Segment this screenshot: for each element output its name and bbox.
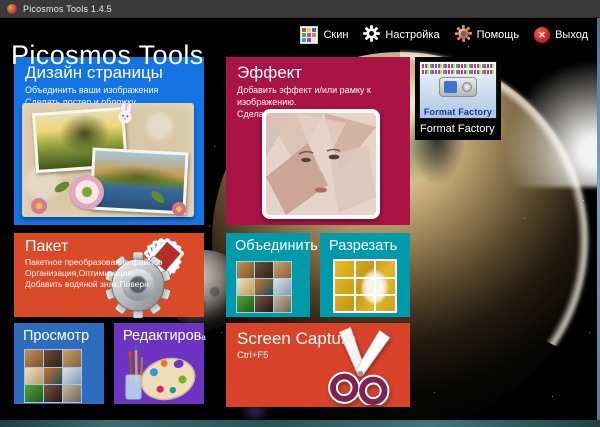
tile-combine-title: Объединить: [235, 238, 318, 254]
header-buttons: Скин Настройка Помощь ✕ Выход: [300, 25, 588, 45]
window-border: [0, 420, 600, 427]
colored-gear-icon: [454, 25, 472, 45]
page-title: Picosmos Tools: [11, 40, 204, 71]
sliced-photo-preview: [333, 259, 397, 313]
bunny-decoration: [114, 102, 136, 131]
tile-split[interactable]: Разрезать: [320, 233, 410, 317]
format-factory-thumbnail: Format Factory: [419, 61, 497, 119]
photo-grid-preview: [24, 349, 82, 403]
tile-edit-title: Редактирова: [123, 328, 206, 344]
flower-decoration: [70, 175, 104, 209]
color-grid-icon: [300, 26, 319, 44]
tile-edit[interactable]: Редактирова: [114, 323, 206, 404]
help-button[interactable]: Помощь: [454, 25, 520, 45]
face-effect-preview-image: [262, 109, 380, 219]
paint-palette-icon: [120, 345, 200, 403]
tile-batch-sub1: Пакетное преобразование файлов: [25, 257, 163, 267]
tile-batch[interactable]: Пакет Пакетное преобразование файлов Орг…: [14, 233, 204, 319]
photo-grid-preview: [236, 261, 292, 313]
window-title: Picosmos Tools 1.4.5: [23, 3, 112, 14]
logo-screen: [444, 81, 457, 93]
app-logo-icon: [7, 3, 17, 14]
gear-icon: [363, 25, 381, 45]
flower-decoration: [172, 202, 186, 216]
toolbar-icons-strip: [422, 70, 494, 74]
help-button-label: Помощь: [476, 29, 520, 41]
format-factory-promo[interactable]: Format Factory Format Factory: [415, 57, 501, 140]
tile-screen-capture[interactable]: Screen Capture Ctrl+F5: [226, 323, 410, 407]
tile-page-design[interactable]: Дизайн страницы Объединить ваши изображе…: [14, 57, 204, 225]
logo-lens: [462, 82, 472, 92]
tile-effect[interactable]: Эффект Добавить эффект и/или рамку к изо…: [226, 57, 410, 225]
titlebar[interactable]: Picosmos Tools 1.4.5: [0, 0, 600, 18]
tile-page-design-sub1: Объединить ваши изображения: [25, 85, 159, 95]
tile-view[interactable]: Просмотр: [14, 323, 104, 404]
tile-effect-title: Эффект: [237, 63, 303, 82]
tile-combine[interactable]: Объединить: [226, 233, 318, 317]
flower-decoration: [31, 198, 47, 214]
skin-button-label: Скин: [323, 29, 349, 41]
settings-button-label: Настройка: [385, 29, 440, 41]
format-factory-logo-icon: [439, 77, 477, 97]
tile-effect-sub1: Добавить эффект и/или рамку к изображени…: [237, 85, 371, 107]
exit-button-label: Выход: [555, 29, 588, 41]
tile-batch-sub2: Организация,Оптимизация,: [25, 268, 135, 278]
sunrise-glow: [506, 62, 600, 187]
collage-preview-image: [22, 102, 194, 217]
promo-label: Format Factory: [420, 123, 495, 135]
tile-batch-sub3: Добавить водяной знак,Поверн: [25, 279, 149, 289]
settings-button[interactable]: Настройка: [363, 25, 440, 45]
leaf-decoration: [53, 179, 71, 195]
tile-view-title: Просмотр: [23, 328, 90, 344]
thumbnail-caption: Format Factory: [423, 107, 493, 117]
exit-button[interactable]: ✕ Выход: [534, 27, 588, 43]
tile-split-title: Разрезать: [329, 238, 398, 254]
circle-x-icon: ✕: [534, 27, 551, 43]
skin-button[interactable]: Скин: [300, 26, 348, 44]
scissors-icon: [320, 325, 402, 407]
toolbar-icons-strip: [422, 64, 494, 68]
app-window: Picosmos Tools 1.4.5 Picosmos Tools Скин: [0, 0, 600, 427]
